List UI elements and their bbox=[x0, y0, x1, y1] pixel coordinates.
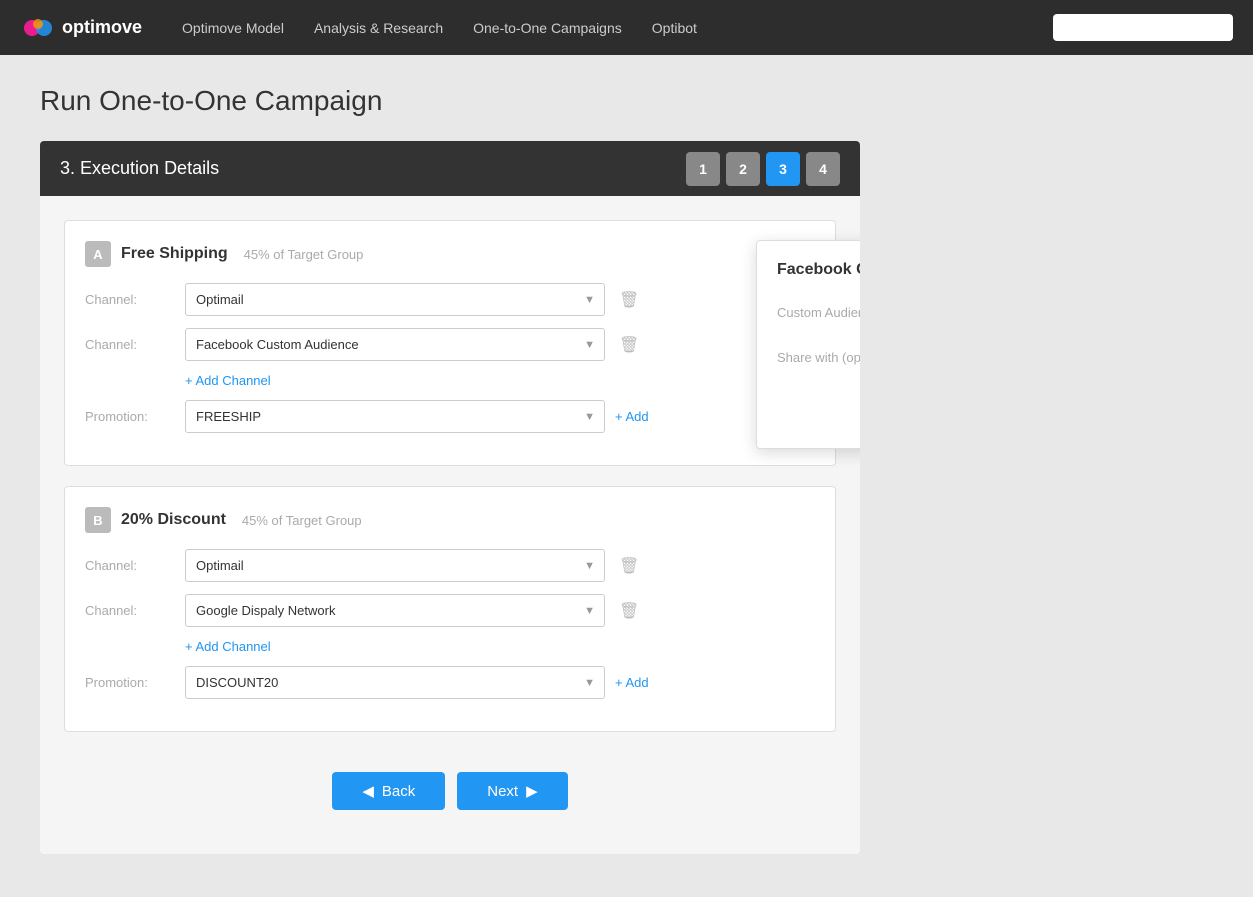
wizard-body-inner: A Free Shipping 45% of Target Group Chan… bbox=[64, 220, 836, 732]
channel-a2-select[interactable]: Optimail Facebook Custom Audience Google… bbox=[185, 328, 605, 361]
search-input[interactable] bbox=[1053, 14, 1233, 41]
promotion-label-a: Promotion: bbox=[85, 409, 175, 424]
section-a-header: A Free Shipping 45% of Target Group bbox=[85, 241, 815, 267]
add-promotion-b-button[interactable]: + Add bbox=[615, 675, 649, 690]
delete-channel-a1-button[interactable]: 🗑 bbox=[615, 286, 643, 314]
nav-optibot[interactable]: Optibot bbox=[652, 20, 697, 36]
wizard-body: A Free Shipping 45% of Target Group Chan… bbox=[40, 196, 860, 854]
back-label: Back bbox=[382, 783, 415, 800]
promotion-b-select-wrap: FREESHIP DISCOUNT10 DISCOUNT20 ▼ bbox=[185, 666, 605, 699]
channel-b2-select[interactable]: Optimail Facebook Custom Audience Google… bbox=[185, 594, 605, 627]
step-1[interactable]: 1 bbox=[686, 152, 720, 186]
promotion-b-select[interactable]: FREESHIP DISCOUNT10 DISCOUNT20 bbox=[185, 666, 605, 699]
logo-text: optimove bbox=[62, 17, 142, 38]
section-b-header: B 20% Discount 45% of Target Group bbox=[85, 507, 815, 533]
promotion-a-select-wrap: FREESHIP DISCOUNT10 DISCOUNT20 ▼ bbox=[185, 400, 605, 433]
add-promotion-a-button[interactable]: + Add bbox=[615, 409, 649, 424]
nav-one-to-one[interactable]: One-to-One Campaigns bbox=[473, 20, 622, 36]
section-b-promotion-row: Promotion: FREESHIP DISCOUNT10 DISCOUNT2… bbox=[85, 666, 815, 699]
channel-a1-select[interactable]: Optimail Facebook Custom Audience Google… bbox=[185, 283, 605, 316]
delete-channel-a2-button[interactable]: 🗑 bbox=[615, 331, 643, 359]
step-4[interactable]: 4 bbox=[806, 152, 840, 186]
next-button[interactable]: Next ▶ bbox=[457, 772, 567, 810]
add-channel-b-button[interactable]: + Add Channel bbox=[185, 639, 271, 654]
next-label: Next bbox=[487, 783, 518, 800]
logo-icon bbox=[20, 10, 56, 46]
channel-label-a2: Channel: bbox=[85, 337, 175, 352]
wizard-title: 3. Execution Details bbox=[60, 158, 219, 179]
section-a-promotion-row: Promotion: FREESHIP DISCOUNT10 DISCOUNT2… bbox=[85, 400, 815, 433]
fb-custom-audience-row: Custom Audience: Free_Shipping_List Disc… bbox=[777, 297, 860, 328]
section-a-badge: A bbox=[85, 241, 111, 267]
fb-share-row: Share with (optional): Select options Fr… bbox=[777, 342, 860, 373]
section-b-sub: 45% of Target Group bbox=[242, 513, 362, 528]
channel-a2-select-wrap: Optimail Facebook Custom Audience Google… bbox=[185, 328, 605, 361]
fb-options-title: Facebook Custom Audience Options bbox=[777, 261, 860, 279]
channel-label-b1: Channel: bbox=[85, 558, 175, 573]
next-arrow-icon: ▶ bbox=[526, 782, 538, 800]
section-a-name: Free Shipping bbox=[121, 245, 228, 263]
delete-channel-b2-button[interactable]: 🗑 bbox=[615, 597, 643, 625]
delete-channel-b1-button[interactable]: 🗑 bbox=[615, 552, 643, 580]
section-b: B 20% Discount 45% of Target Group Chann… bbox=[64, 486, 836, 732]
step-indicators: 1 2 3 4 bbox=[686, 152, 840, 186]
fb-share-label: Share with (optional): bbox=[777, 350, 860, 365]
page-content: Run One-to-One Campaign 3. Execution Det… bbox=[0, 55, 1253, 884]
back-arrow-icon: ◀ bbox=[362, 782, 374, 800]
section-b-channel-1-row: Channel: Optimail Facebook Custom Audien… bbox=[85, 549, 815, 582]
channel-a1-select-wrap: Optimail Facebook Custom Audience Google… bbox=[185, 283, 605, 316]
promotion-label-b: Promotion: bbox=[85, 675, 175, 690]
add-channel-a-button[interactable]: + Add Channel bbox=[185, 373, 271, 388]
fb-options-popup: Facebook Custom Audience Options Custom … bbox=[756, 240, 860, 449]
section-a-channel-2-row: Channel: Optimail Facebook Custom Audien… bbox=[85, 328, 815, 361]
nav-links: Optimove Model Analysis & Research One-t… bbox=[182, 20, 1013, 36]
channel-label-b2: Channel: bbox=[85, 603, 175, 618]
wizard-footer: ◀ Back Next ▶ bbox=[64, 752, 836, 830]
channel-label-a1: Channel: bbox=[85, 292, 175, 307]
section-b-badge: B bbox=[85, 507, 111, 533]
section-a-sub: 45% of Target Group bbox=[244, 247, 364, 262]
section-b-name: 20% Discount bbox=[121, 511, 226, 529]
back-button[interactable]: ◀ Back bbox=[332, 772, 445, 810]
wizard-header: 3. Execution Details 1 2 3 4 bbox=[40, 141, 860, 196]
channel-b2-select-wrap: Optimail Facebook Custom Audience Google… bbox=[185, 594, 605, 627]
step-3[interactable]: 3 bbox=[766, 152, 800, 186]
channel-b1-select[interactable]: Optimail Facebook Custom Audience Google… bbox=[185, 549, 605, 582]
nav-optimove-model[interactable]: Optimove Model bbox=[182, 20, 284, 36]
section-a: A Free Shipping 45% of Target Group Chan… bbox=[64, 220, 836, 466]
promotion-a-select[interactable]: FREESHIP DISCOUNT10 DISCOUNT20 bbox=[185, 400, 605, 433]
section-a-channel-1-row: Channel: Optimail Facebook Custom Audien… bbox=[85, 283, 815, 316]
section-b-channel-2-row: Channel: Optimail Facebook Custom Audien… bbox=[85, 594, 815, 627]
fb-custom-audience-label: Custom Audience: bbox=[777, 305, 860, 320]
navbar: optimove Optimove Model Analysis & Resea… bbox=[0, 0, 1253, 55]
logo: optimove bbox=[20, 10, 142, 46]
channel-b1-select-wrap: Optimail Facebook Custom Audience Google… bbox=[185, 549, 605, 582]
wizard-card: 3. Execution Details 1 2 3 4 A Free Ship… bbox=[40, 141, 860, 854]
step-2[interactable]: 2 bbox=[726, 152, 760, 186]
nav-analysis-research[interactable]: Analysis & Research bbox=[314, 20, 443, 36]
page-title: Run One-to-One Campaign bbox=[40, 85, 1213, 117]
